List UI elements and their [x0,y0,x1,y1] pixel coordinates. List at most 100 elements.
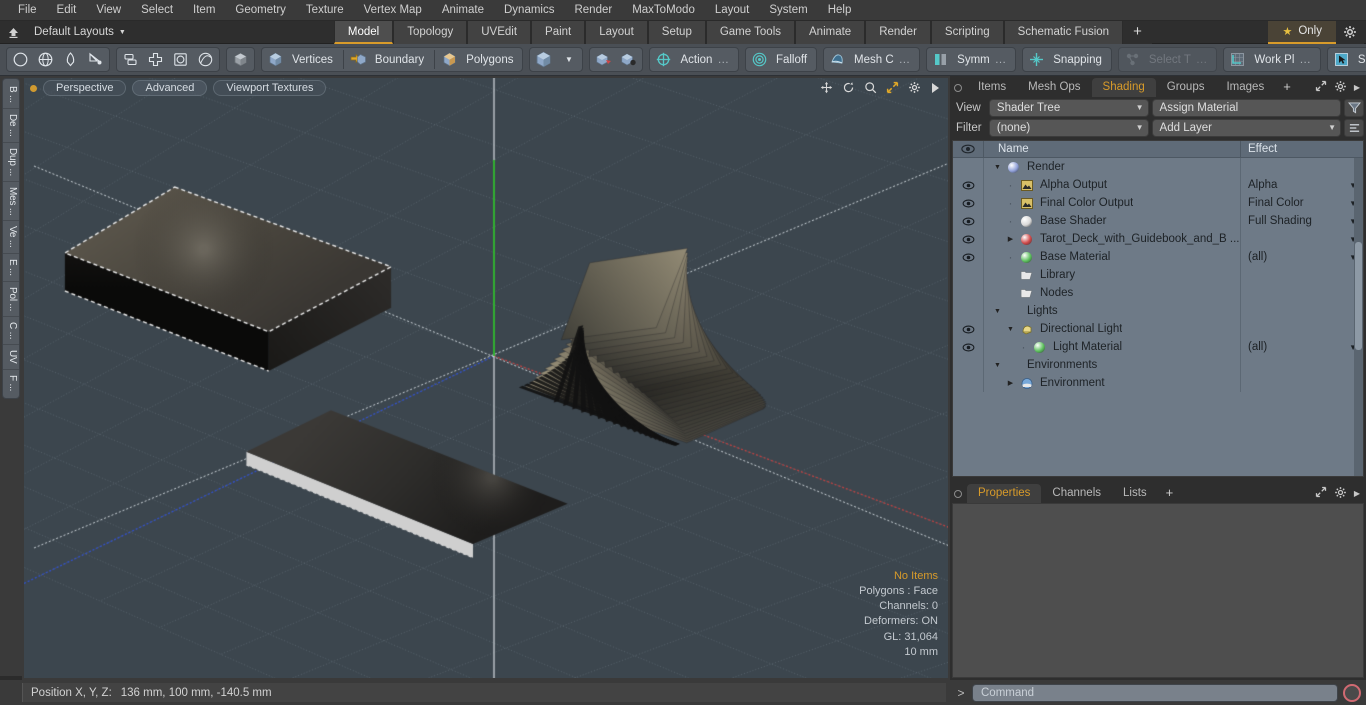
pen-icon[interactable] [58,48,83,71]
viewport-canvas[interactable] [24,78,948,678]
layout-tab-game-tools[interactable]: Game Tools [705,20,795,44]
shader-tree-row[interactable]: ▼ Environments [953,356,1363,374]
menu-item-view[interactable]: View [86,0,131,21]
layout-tab-animate[interactable]: Animate [795,20,866,44]
pan-icon[interactable] [820,81,833,97]
rail-tab-b[interactable]: B ... [3,81,19,109]
layout-tab-paint[interactable]: Paint [531,20,586,44]
twisty-open-icon[interactable]: ▼ [992,164,1003,171]
menu-item-layout[interactable]: Layout [705,0,760,21]
stack-icon[interactable] [118,48,143,71]
selection-mode-polygons[interactable]: Polygons [437,48,521,71]
record-icon[interactable] [1343,683,1361,702]
properties-tab-properties[interactable]: Properties [967,484,1042,503]
add-layout-tab-button[interactable]: + [1123,20,1152,44]
layout-tab-setup[interactable]: Setup [647,20,706,44]
panel-tab-groups[interactable]: Groups [1156,78,1216,97]
shader-tree-row[interactable]: Nodes [953,284,1363,302]
cube-item-icon[interactable] [531,48,556,71]
shader-tree-row[interactable]: · Base Material (all)▼ [953,248,1363,266]
viewport-shading-selector[interactable]: Advanced [132,80,208,96]
home-icon[interactable] [0,22,26,43]
cube-gray-icon[interactable] [228,48,253,71]
list-icon[interactable] [1344,118,1365,137]
layout-tab-scripting[interactable]: Scripting [930,20,1004,44]
shader-tree-row[interactable]: · Light Material (all)▼ [953,338,1363,356]
rail-tab-e[interactable]: E ... [3,254,19,282]
tool-action-center[interactable]: Action… [649,47,739,72]
panel-menu-dot[interactable] [954,83,962,92]
rail-tab-uv[interactable]: UV [3,345,19,370]
tool-mesh-constraint[interactable]: Mesh C… [823,47,921,72]
viewport-menu-dot[interactable] [30,84,37,92]
shader-tree-row[interactable]: ▼ Lights [953,302,1363,320]
menu-item-geometry[interactable]: Geometry [225,0,296,21]
shader-tree-row-effect[interactable]: Alpha▼ [1241,176,1363,194]
zoom-icon[interactable] [864,81,877,97]
shader-tree-row-effect[interactable]: (all)▼ [1241,248,1363,266]
chevron-right-icon[interactable]: ▶ [1354,83,1360,92]
menu-item-edit[interactable]: Edit [47,0,87,21]
shader-tree-scrollbar[interactable] [1354,158,1363,476]
menu-item-animate[interactable]: Animate [432,0,494,21]
tool-snapping[interactable]: Snapping [1022,47,1112,72]
properties-tab-lists[interactable]: Lists [1112,484,1158,503]
shader-tree-row[interactable]: · Alpha Output Alpha▼ [953,176,1363,194]
shader-tree-row[interactable]: ▶ Tarot_Deck_with_Guidebook_and_B ...▼ [953,230,1363,248]
view-dropdown[interactable]: Shader Tree ▼ [988,98,1149,117]
shader-tree-row-effect[interactable]: Final Color▼ [1241,194,1363,212]
viewport-perspective-selector[interactable]: Perspective [43,80,127,96]
expand-icon[interactable] [1315,80,1327,95]
scrollbar-thumb[interactable] [1355,242,1362,350]
globe-icon[interactable] [33,48,58,71]
menu-item-maxtomodo[interactable]: MaxToModo [622,0,705,21]
tool-work-plane[interactable]: Work Pl… [1223,47,1321,72]
only-toggle[interactable]: ★ Only [1268,20,1336,44]
add-layer-dropdown[interactable]: Add Layer ▼ [1151,118,1342,137]
circle-icon[interactable] [8,48,33,71]
panel-tab-images[interactable]: Images [1215,78,1275,97]
curve-icon[interactable] [83,48,108,71]
tool-selection-set[interactable]: Selecti… [1326,47,1366,72]
rail-tab-mes[interactable]: Mes ... [3,182,19,222]
command-input[interactable] [972,683,1338,702]
gear-icon[interactable] [908,81,921,97]
twisty-open-icon[interactable]: ▼ [992,362,1003,369]
rail-tab-ve[interactable]: Ve ... [3,221,19,254]
selection-mode-boundary[interactable]: Boundary [346,48,432,71]
selection-mode-vertices[interactable]: Vertices [263,48,341,71]
default-layouts-menu[interactable]: Default Layouts ▼ [26,22,134,43]
menu-item-render[interactable]: Render [564,0,622,21]
tool-falloff[interactable]: Falloff [744,47,818,72]
layout-tab-topology[interactable]: Topology [393,20,468,44]
cross-icon[interactable] [143,48,168,71]
panel-tab-shading[interactable]: Shading [1091,78,1156,97]
rail-tab-dup[interactable]: Dup ... [3,143,19,182]
gear-icon[interactable] [1336,20,1364,44]
shader-tree-row-effect[interactable]: Full Shading▼ [1241,212,1363,230]
ellipse-icon[interactable] [193,48,218,71]
filter-dropdown[interactable]: (none) ▼ [988,118,1149,137]
rotate-icon[interactable] [842,81,855,97]
rail-tab-c[interactable]: C ... [3,317,19,346]
rail-tab-f[interactable]: F ... [3,370,19,396]
add-panel-tab-button[interactable]: + [1275,78,1299,97]
eye-icon[interactable] [953,176,984,194]
3d-viewport[interactable]: Perspective Advanced Viewport Textures N… [24,78,948,678]
menu-item-dynamics[interactable]: Dynamics [494,0,564,21]
twisty-open-icon[interactable]: ▼ [1005,326,1016,333]
panel-tab-mesh-ops[interactable]: Mesh Ops [1017,78,1091,97]
shader-tree-row[interactable]: · Final Color Output Final Color▼ [953,194,1363,212]
cube-snap-a-icon[interactable] [591,48,616,71]
assign-material-field[interactable]: Assign Material [1151,98,1342,117]
eye-icon[interactable] [953,194,984,212]
menu-item-help[interactable]: Help [818,0,862,21]
menu-item-vertex-map[interactable]: Vertex Map [354,0,432,21]
eye-icon[interactable] [953,320,984,338]
twisty-closed-icon[interactable]: ▶ [1005,379,1016,387]
menu-item-system[interactable]: System [759,0,817,21]
chevron-down-icon[interactable]: ▼ [556,48,581,71]
properties-tab-channels[interactable]: Channels [1041,484,1112,503]
play-icon[interactable] [930,82,940,97]
expand-icon[interactable] [886,81,899,97]
